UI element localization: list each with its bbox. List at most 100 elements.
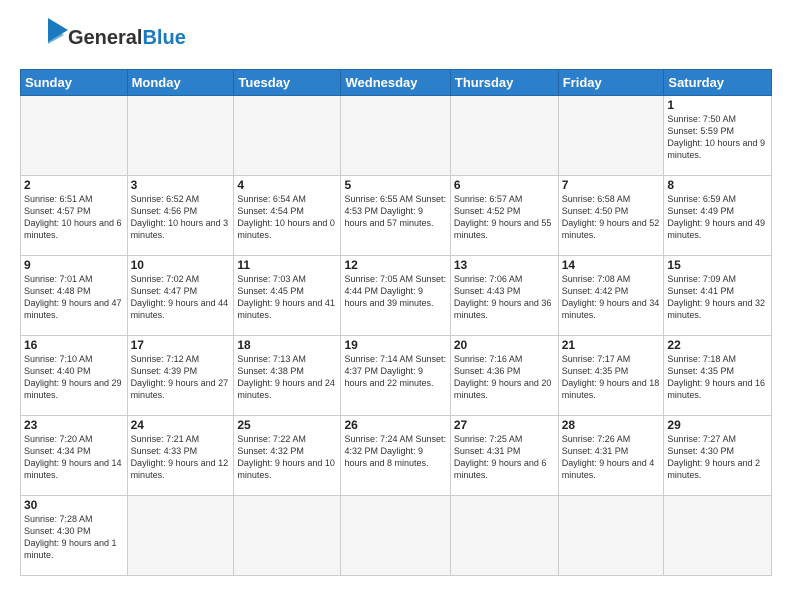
calendar-cell (234, 496, 341, 576)
calendar-cell: 18Sunrise: 7:13 AM Sunset: 4:38 PM Dayli… (234, 336, 341, 416)
calendar-week-0: 1Sunrise: 7:50 AM Sunset: 5:59 PM Daylig… (21, 96, 772, 176)
logo-blue-text: Blue (142, 27, 185, 49)
day-info: Sunrise: 6:59 AM Sunset: 4:49 PM Dayligh… (667, 193, 768, 242)
day-number: 18 (237, 338, 337, 352)
calendar-cell: 22Sunrise: 7:18 AM Sunset: 4:35 PM Dayli… (664, 336, 772, 416)
day-number: 2 (24, 178, 124, 192)
calendar-cell: 25Sunrise: 7:22 AM Sunset: 4:32 PM Dayli… (234, 416, 341, 496)
calendar-cell: 28Sunrise: 7:26 AM Sunset: 4:31 PM Dayli… (558, 416, 664, 496)
calendar-week-3: 16Sunrise: 7:10 AM Sunset: 4:40 PM Dayli… (21, 336, 772, 416)
day-info: Sunrise: 7:14 AM Sunset: 4:37 PM Dayligh… (344, 353, 446, 389)
day-number: 17 (131, 338, 231, 352)
day-number: 10 (131, 258, 231, 272)
day-info: Sunrise: 6:52 AM Sunset: 4:56 PM Dayligh… (131, 193, 231, 242)
day-number: 24 (131, 418, 231, 432)
day-number: 28 (562, 418, 661, 432)
calendar-cell: 4Sunrise: 6:54 AM Sunset: 4:54 PM Daylig… (234, 176, 341, 256)
day-info: Sunrise: 7:28 AM Sunset: 4:30 PM Dayligh… (24, 513, 124, 562)
weekday-header-row: SundayMondayTuesdayWednesdayThursdayFrid… (21, 70, 772, 96)
logo-icon (20, 16, 72, 54)
day-number: 9 (24, 258, 124, 272)
calendar-cell: 8Sunrise: 6:59 AM Sunset: 4:49 PM Daylig… (664, 176, 772, 256)
calendar-cell (21, 96, 128, 176)
day-number: 21 (562, 338, 661, 352)
calendar-cell: 17Sunrise: 7:12 AM Sunset: 4:39 PM Dayli… (127, 336, 234, 416)
calendar-cell: 9Sunrise: 7:01 AM Sunset: 4:48 PM Daylig… (21, 256, 128, 336)
day-number: 5 (344, 178, 446, 192)
calendar-cell (450, 496, 558, 576)
day-number: 1 (667, 98, 768, 112)
weekday-header-saturday: Saturday (664, 70, 772, 96)
day-info: Sunrise: 6:57 AM Sunset: 4:52 PM Dayligh… (454, 193, 555, 242)
calendar-week-1: 2Sunrise: 6:51 AM Sunset: 4:57 PM Daylig… (21, 176, 772, 256)
weekday-header-sunday: Sunday (21, 70, 128, 96)
day-info: Sunrise: 7:25 AM Sunset: 4:31 PM Dayligh… (454, 433, 555, 482)
day-number: 7 (562, 178, 661, 192)
day-info: Sunrise: 6:55 AM Sunset: 4:53 PM Dayligh… (344, 193, 446, 229)
calendar-cell (341, 96, 450, 176)
calendar-cell: 21Sunrise: 7:17 AM Sunset: 4:35 PM Dayli… (558, 336, 664, 416)
day-info: Sunrise: 7:17 AM Sunset: 4:35 PM Dayligh… (562, 353, 661, 402)
calendar-week-2: 9Sunrise: 7:01 AM Sunset: 4:48 PM Daylig… (21, 256, 772, 336)
calendar-cell: 15Sunrise: 7:09 AM Sunset: 4:41 PM Dayli… (664, 256, 772, 336)
calendar-week-4: 23Sunrise: 7:20 AM Sunset: 4:34 PM Dayli… (21, 416, 772, 496)
day-info: Sunrise: 6:58 AM Sunset: 4:50 PM Dayligh… (562, 193, 661, 242)
calendar-cell (234, 96, 341, 176)
calendar-cell: 12Sunrise: 7:05 AM Sunset: 4:44 PM Dayli… (341, 256, 450, 336)
day-number: 4 (237, 178, 337, 192)
day-number: 3 (131, 178, 231, 192)
day-info: Sunrise: 7:05 AM Sunset: 4:44 PM Dayligh… (344, 273, 446, 309)
calendar-cell (127, 496, 234, 576)
calendar-cell: 6Sunrise: 6:57 AM Sunset: 4:52 PM Daylig… (450, 176, 558, 256)
day-info: Sunrise: 7:03 AM Sunset: 4:45 PM Dayligh… (237, 273, 337, 322)
calendar-cell: 27Sunrise: 7:25 AM Sunset: 4:31 PM Dayli… (450, 416, 558, 496)
calendar-cell: 11Sunrise: 7:03 AM Sunset: 4:45 PM Dayli… (234, 256, 341, 336)
day-info: Sunrise: 6:54 AM Sunset: 4:54 PM Dayligh… (237, 193, 337, 242)
calendar-cell: 3Sunrise: 6:52 AM Sunset: 4:56 PM Daylig… (127, 176, 234, 256)
weekday-header-friday: Friday (558, 70, 664, 96)
day-number: 22 (667, 338, 768, 352)
weekday-header-thursday: Thursday (450, 70, 558, 96)
calendar-cell (450, 96, 558, 176)
day-info: Sunrise: 7:21 AM Sunset: 4:33 PM Dayligh… (131, 433, 231, 482)
calendar-cell: 5Sunrise: 6:55 AM Sunset: 4:53 PM Daylig… (341, 176, 450, 256)
day-number: 23 (24, 418, 124, 432)
day-info: Sunrise: 7:13 AM Sunset: 4:38 PM Dayligh… (237, 353, 337, 402)
day-info: Sunrise: 7:27 AM Sunset: 4:30 PM Dayligh… (667, 433, 768, 482)
day-info: Sunrise: 7:26 AM Sunset: 4:31 PM Dayligh… (562, 433, 661, 482)
weekday-header-wednesday: Wednesday (341, 70, 450, 96)
calendar-cell: 7Sunrise: 6:58 AM Sunset: 4:50 PM Daylig… (558, 176, 664, 256)
day-info: Sunrise: 7:50 AM Sunset: 5:59 PM Dayligh… (667, 113, 768, 162)
calendar-cell: 14Sunrise: 7:08 AM Sunset: 4:42 PM Dayli… (558, 256, 664, 336)
day-info: Sunrise: 7:06 AM Sunset: 4:43 PM Dayligh… (454, 273, 555, 322)
day-info: Sunrise: 7:20 AM Sunset: 4:34 PM Dayligh… (24, 433, 124, 482)
day-info: Sunrise: 7:09 AM Sunset: 4:41 PM Dayligh… (667, 273, 768, 322)
weekday-header-tuesday: Tuesday (234, 70, 341, 96)
day-info: Sunrise: 7:24 AM Sunset: 4:32 PM Dayligh… (344, 433, 446, 469)
day-info: Sunrise: 7:22 AM Sunset: 4:32 PM Dayligh… (237, 433, 337, 482)
logo: GeneralBlue (20, 16, 186, 59)
header: GeneralBlue (20, 16, 772, 59)
day-number: 25 (237, 418, 337, 432)
day-number: 29 (667, 418, 768, 432)
calendar-cell: 20Sunrise: 7:16 AM Sunset: 4:36 PM Dayli… (450, 336, 558, 416)
calendar-cell: 19Sunrise: 7:14 AM Sunset: 4:37 PM Dayli… (341, 336, 450, 416)
calendar-cell: 1Sunrise: 7:50 AM Sunset: 5:59 PM Daylig… (664, 96, 772, 176)
calendar-cell: 16Sunrise: 7:10 AM Sunset: 4:40 PM Dayli… (21, 336, 128, 416)
calendar-cell: 10Sunrise: 7:02 AM Sunset: 4:47 PM Dayli… (127, 256, 234, 336)
calendar-cell (558, 496, 664, 576)
page: GeneralBlue SundayMondayTuesdayWednesday… (0, 0, 792, 612)
calendar-cell: 29Sunrise: 7:27 AM Sunset: 4:30 PM Dayli… (664, 416, 772, 496)
day-info: Sunrise: 7:16 AM Sunset: 4:36 PM Dayligh… (454, 353, 555, 402)
day-info: Sunrise: 7:02 AM Sunset: 4:47 PM Dayligh… (131, 273, 231, 322)
calendar-table: SundayMondayTuesdayWednesdayThursdayFrid… (20, 69, 772, 576)
day-info: Sunrise: 6:51 AM Sunset: 4:57 PM Dayligh… (24, 193, 124, 242)
day-number: 19 (344, 338, 446, 352)
calendar-cell: 2Sunrise: 6:51 AM Sunset: 4:57 PM Daylig… (21, 176, 128, 256)
day-number: 14 (562, 258, 661, 272)
day-number: 20 (454, 338, 555, 352)
calendar-cell: 30Sunrise: 7:28 AM Sunset: 4:30 PM Dayli… (21, 496, 128, 576)
calendar-cell (664, 496, 772, 576)
calendar-cell: 26Sunrise: 7:24 AM Sunset: 4:32 PM Dayli… (341, 416, 450, 496)
day-number: 16 (24, 338, 124, 352)
